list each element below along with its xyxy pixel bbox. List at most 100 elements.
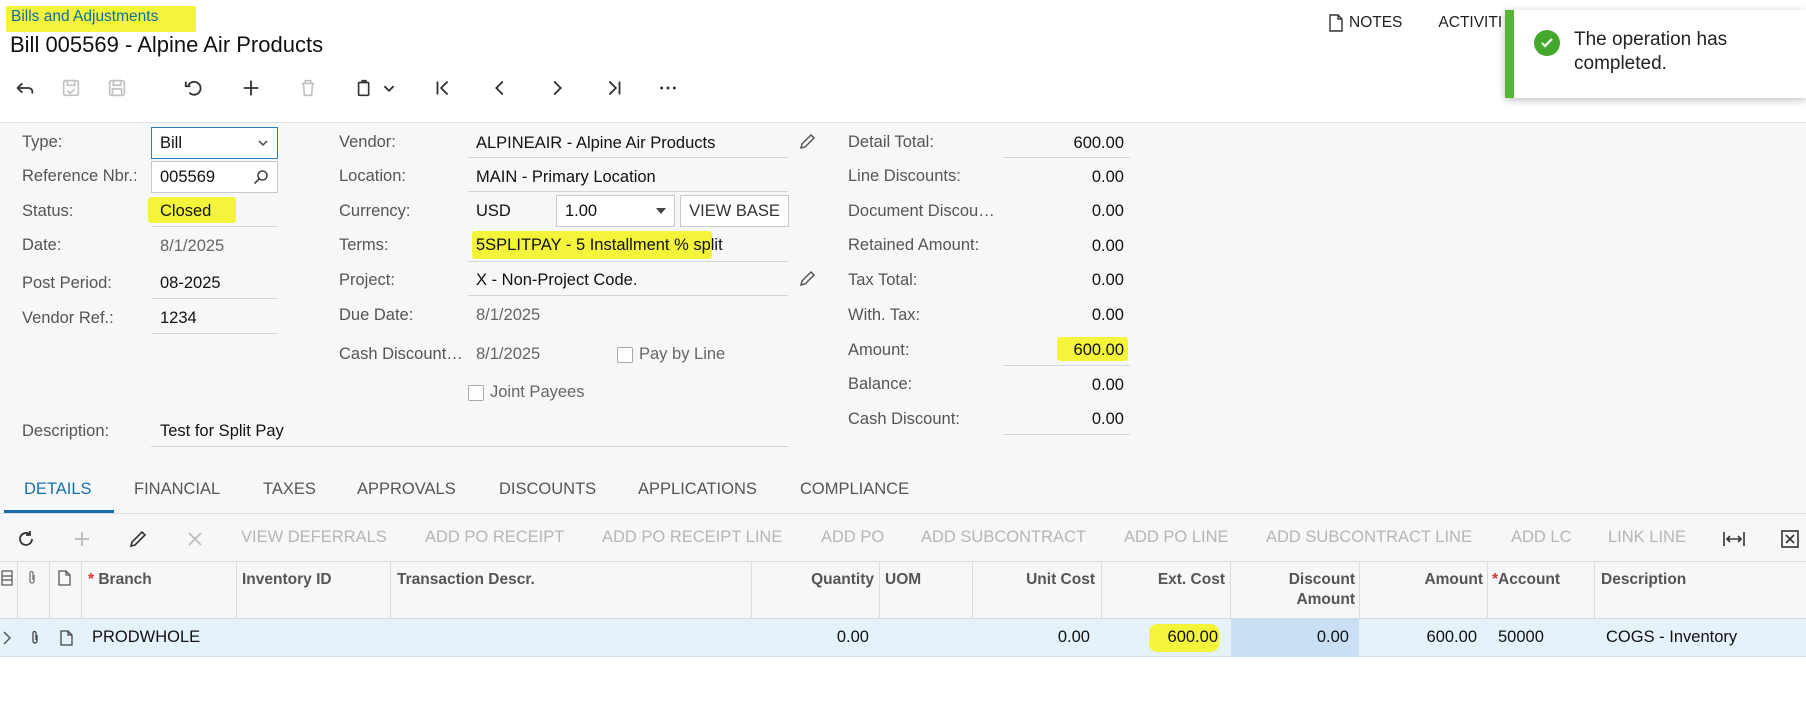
tab-applications[interactable]: APPLICATIONS: [638, 480, 757, 499]
type-value: Bill: [160, 133, 183, 152]
paperclip-icon: [29, 570, 35, 584]
cell-description[interactable]: COGS - Inventory: [1606, 628, 1737, 647]
description-value[interactable]: Test for Split Pay: [160, 422, 284, 441]
column-separator: [49, 562, 50, 619]
post-period-value[interactable]: 08-2025: [160, 274, 221, 293]
tab-approvals[interactable]: APPROVALS: [357, 480, 456, 499]
vendor-ref-label: Vendor Ref.:: [22, 309, 114, 327]
first-record-icon[interactable]: [427, 72, 459, 104]
currency-rate-select[interactable]: 1.00: [556, 195, 675, 227]
add-subcontract-button[interactable]: ADD SUBCONTRACT: [921, 528, 1086, 547]
vendor-value[interactable]: ALPINEAIR - Alpine Air Products: [476, 134, 715, 153]
tab-details[interactable]: DETAILS: [24, 480, 92, 499]
refresh-icon[interactable]: [13, 526, 39, 552]
table-row[interactable]: PRODWHOLE 0.00 0.00 600.00 0.00 600.00 5…: [0, 619, 1806, 657]
amount-value[interactable]: 600.00: [1057, 337, 1128, 361]
column-separator: [1487, 562, 1488, 619]
cell-unit-cost[interactable]: 0.00: [977, 628, 1090, 647]
paperclip-icon[interactable]: [29, 630, 41, 646]
add-icon[interactable]: [235, 72, 267, 104]
post-period-underline: [151, 298, 278, 299]
previous-icon[interactable]: [484, 72, 516, 104]
pencil-icon[interactable]: [798, 270, 816, 288]
breadcrumb[interactable]: Bills and Adjustments: [6, 6, 196, 32]
add-lc-button[interactable]: ADD LC: [1511, 528, 1572, 547]
next-icon[interactable]: [541, 72, 573, 104]
tab-discounts[interactable]: DISCOUNTS: [499, 480, 596, 499]
notes-link[interactable]: NOTES: [1328, 14, 1402, 32]
tab-financial[interactable]: FINANCIAL: [134, 480, 220, 499]
export-excel-icon[interactable]: [1777, 526, 1803, 552]
fit-columns-icon[interactable]: [1721, 526, 1747, 552]
cancel-icon[interactable]: [178, 72, 210, 104]
note-icon[interactable]: [60, 630, 73, 646]
last-record-icon[interactable]: [598, 72, 630, 104]
amount-underline: [1003, 365, 1130, 366]
line-discounts-label: Line Discounts:: [848, 167, 961, 185]
tab-taxes[interactable]: TAXES: [263, 480, 316, 499]
cell-account[interactable]: 50000: [1498, 628, 1544, 647]
type-select[interactable]: Bill: [151, 127, 278, 159]
delete-icon[interactable]: [292, 72, 324, 104]
balance-value: 0.00: [1091, 376, 1124, 394]
column-header-description[interactable]: Description: [1601, 570, 1686, 590]
view-deferrals-button[interactable]: VIEW DEFERRALS: [241, 528, 387, 547]
cell-ext-cost[interactable]: 600.00: [1149, 624, 1219, 652]
status-value: Closed: [148, 197, 236, 223]
project-value[interactable]: X - Non-Project Code.: [476, 271, 637, 290]
save-icon[interactable]: [101, 72, 133, 104]
column-header-ext-cost[interactable]: Ext. Cost: [1105, 570, 1225, 590]
column-header-uom[interactable]: UOM: [885, 570, 921, 590]
line-discounts-value: 0.00: [1091, 168, 1124, 186]
add-po-receipt-button[interactable]: ADD PO RECEIPT: [425, 528, 564, 547]
more-icon[interactable]: [652, 72, 684, 104]
discount-header-line1: Discount: [1288, 571, 1355, 588]
delete-row-icon[interactable]: [182, 526, 208, 552]
cell-quantity[interactable]: 0.00: [756, 628, 869, 647]
add-row-icon[interactable]: [69, 526, 95, 552]
chevron-down-icon[interactable]: [378, 72, 400, 104]
joint-payees-checkbox[interactable]: [468, 385, 484, 401]
reference-nbr-value: 005569: [160, 167, 216, 186]
column-header-amount[interactable]: Amount: [1363, 570, 1483, 590]
chevron-right-icon[interactable]: [3, 631, 11, 645]
discount-header-line2: Amount: [1296, 591, 1355, 608]
column-header-unit-cost[interactable]: Unit Cost: [977, 570, 1095, 590]
reference-nbr-field[interactable]: 005569: [151, 161, 278, 193]
vendor-ref-value[interactable]: 1234: [160, 309, 197, 328]
pencil-icon[interactable]: [798, 133, 816, 151]
location-value[interactable]: MAIN - Primary Location: [476, 168, 656, 187]
retained-amount-value: 0.00: [1091, 237, 1124, 255]
edit-icon[interactable]: [125, 526, 151, 552]
row-selector-icon[interactable]: [1, 570, 13, 586]
add-subcontract-line-button[interactable]: ADD SUBCONTRACT LINE: [1266, 528, 1472, 547]
cell-discount-amount[interactable]: 0.00: [1234, 628, 1349, 647]
column-header-transaction-descr[interactable]: Transaction Descr.: [397, 570, 535, 590]
link-line-button[interactable]: LINK LINE: [1608, 528, 1686, 547]
date-value: 8/1/2025: [160, 237, 225, 255]
pay-by-line-checkbox[interactable]: [617, 347, 633, 363]
terms-value[interactable]: 5SPLITPAY - 5 Installment % split: [472, 231, 723, 259]
type-label: Type:: [22, 133, 63, 151]
view-base-button[interactable]: VIEW BASE: [680, 195, 789, 227]
undo-icon[interactable]: [9, 72, 41, 104]
activities-link[interactable]: ACTIVITI: [1438, 14, 1502, 32]
with-tax-value: 0.00: [1091, 306, 1124, 324]
column-header-inventory-id[interactable]: Inventory ID: [242, 570, 332, 590]
column-header-discount-amount[interactable]: Discount Amount: [1234, 570, 1355, 610]
save-close-icon[interactable]: [55, 72, 87, 104]
add-po-receipt-line-button[interactable]: ADD PO RECEIPT LINE: [602, 528, 782, 547]
copy-paste-icon[interactable]: [349, 72, 381, 104]
cell-branch[interactable]: PRODWHOLE: [92, 628, 200, 647]
cell-amount[interactable]: 600.00: [1363, 628, 1477, 647]
column-header-account[interactable]: *Account: [1492, 570, 1560, 590]
add-po-line-button[interactable]: ADD PO LINE: [1124, 528, 1229, 547]
check-circle-icon: [1534, 30, 1560, 56]
column-header-quantity[interactable]: Quantity: [756, 570, 874, 590]
page-title: Bill 005569 - Alpine Air Products: [10, 32, 324, 57]
add-po-button[interactable]: ADD PO: [821, 528, 884, 547]
tab-compliance[interactable]: COMPLIANCE: [800, 480, 909, 499]
search-icon[interactable]: [253, 169, 269, 185]
tax-total-value: 0.00: [1091, 271, 1124, 289]
column-header-branch[interactable]: * Branch: [88, 570, 152, 590]
